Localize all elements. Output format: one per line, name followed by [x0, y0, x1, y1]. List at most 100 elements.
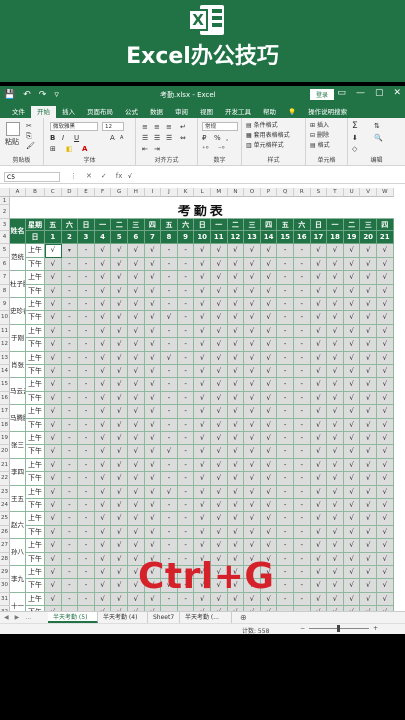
employee-name[interactable]: 十一	[10, 592, 26, 611]
attendance-cell[interactable]: √	[45, 271, 62, 285]
attendance-cell[interactable]: √	[343, 365, 361, 379]
attendance-cell[interactable]: -	[294, 566, 311, 580]
row-header[interactable]: 17	[0, 405, 10, 419]
attendance-cell[interactable]: -	[277, 539, 294, 553]
attendance-cell[interactable]: √	[260, 244, 278, 258]
wrap-text-icon[interactable]: ↵	[180, 123, 186, 131]
attendance-cell[interactable]: √	[94, 418, 112, 432]
attendance-cell[interactable]: -	[277, 458, 294, 473]
attendance-cell[interactable]: √	[310, 257, 328, 272]
attendance-cell[interactable]: -	[277, 525, 294, 540]
day-number-cell[interactable]: 3	[78, 231, 95, 245]
row-header[interactable]: 27	[0, 539, 10, 553]
attendance-cell[interactable]: √	[260, 432, 278, 446]
attendance-cell[interactable]: -	[61, 324, 79, 339]
attendance-cell[interactable]: √	[260, 298, 278, 312]
attendance-cell[interactable]: √	[94, 432, 112, 446]
sheet-tab[interactable]: Sheet7	[148, 612, 180, 623]
weekday-cell[interactable]: 一	[327, 219, 344, 232]
period-label[interactable]: 下午	[26, 445, 45, 459]
attendance-cell[interactable]: -	[277, 552, 294, 566]
attendance-cell[interactable]: -	[294, 458, 311, 473]
attendance-cell[interactable]: √	[310, 445, 328, 459]
attendance-cell[interactable]: -	[61, 298, 79, 312]
attendance-cell[interactable]: -	[61, 311, 79, 325]
attendance-cell[interactable]: √	[310, 311, 328, 325]
align-center-icon[interactable]: ☰	[154, 134, 160, 142]
tab-7[interactable]: 视图	[194, 106, 219, 118]
attendance-cell[interactable]: √	[377, 499, 394, 513]
day-number-cell[interactable]: 6	[128, 231, 145, 245]
attendance-cell[interactable]: √	[45, 298, 62, 312]
attendance-cell[interactable]: -	[161, 378, 178, 392]
row-header[interactable]: 31	[0, 592, 10, 607]
customize-icon[interactable]: ▿	[54, 89, 59, 101]
attendance-cell[interactable]: √	[144, 338, 162, 352]
attendance-cell[interactable]: √	[260, 311, 278, 325]
row-header[interactable]: 29	[0, 566, 10, 580]
attendance-cell[interactable]: -	[277, 338, 294, 352]
attendance-cell[interactable]: -	[78, 298, 95, 312]
attendance-cell[interactable]: √	[161, 485, 178, 499]
attendance-cell[interactable]: √	[111, 525, 128, 540]
row-header[interactable]: 11	[0, 324, 10, 339]
scroll-right-icon[interactable]: ▶	[15, 614, 20, 621]
attendance-cell[interactable]: √	[327, 485, 344, 499]
close-icon[interactable]: ✕	[393, 88, 401, 98]
attendance-cell[interactable]: √	[111, 472, 128, 486]
attendance-cell[interactable]: -	[277, 445, 294, 459]
attendance-cell[interactable]: √	[244, 391, 261, 406]
column-header-T[interactable]: T	[327, 188, 344, 197]
attendance-cell[interactable]: -	[177, 378, 195, 392]
attendance-cell[interactable]: √	[327, 579, 344, 593]
row-header[interactable]: 2	[0, 205, 10, 220]
attendance-cell[interactable]: √	[310, 338, 328, 352]
attendance-cell[interactable]: -	[161, 324, 178, 339]
employee-name[interactable]: 王五	[10, 485, 26, 513]
attendance-cell[interactable]: √	[94, 391, 112, 406]
attendance-cell[interactable]: √	[111, 244, 128, 258]
attendance-cell[interactable]: √	[343, 579, 361, 593]
attendance-cell[interactable]: √	[144, 418, 162, 432]
attendance-cell[interactable]: √	[360, 525, 377, 540]
tab-5[interactable]: 数据	[144, 106, 169, 118]
attendance-cell[interactable]: -	[277, 298, 294, 312]
attendance-cell[interactable]: √	[360, 512, 377, 526]
attendance-cell[interactable]: -	[161, 244, 178, 258]
attendance-cell[interactable]: -	[78, 338, 95, 352]
weekday-cell[interactable]: 四	[260, 219, 278, 232]
attendance-cell[interactable]: √	[211, 378, 228, 392]
attendance-cell[interactable]: -	[177, 418, 195, 432]
day-number-cell[interactable]: 7	[144, 231, 162, 245]
attendance-cell[interactable]: √	[377, 418, 394, 432]
attendance-cell[interactable]: √	[45, 257, 62, 272]
attendance-cell[interactable]: √	[94, 405, 112, 419]
attendance-cell[interactable]: √	[144, 539, 162, 553]
attendance-cell[interactable]: -	[294, 432, 311, 446]
attendance-cell[interactable]: √	[128, 324, 145, 339]
attendance-cell[interactable]: √	[310, 418, 328, 432]
attendance-cell[interactable]: √	[310, 499, 328, 513]
period-label[interactable]: 上午	[26, 244, 45, 258]
attendance-cell[interactable]: √	[227, 445, 245, 459]
attendance-cell[interactable]: √	[360, 324, 377, 339]
period-label[interactable]: 上午	[26, 485, 45, 499]
attendance-cell[interactable]: -	[161, 512, 178, 526]
attendance-cell[interactable]: -	[294, 485, 311, 499]
attendance-cell[interactable]: √	[377, 579, 394, 593]
attendance-cell[interactable]: √	[128, 338, 145, 352]
attendance-cell[interactable]: √	[377, 512, 394, 526]
attendance-cell[interactable]: √	[360, 271, 377, 285]
attendance-cell[interactable]: √	[211, 525, 228, 540]
attendance-cell[interactable]: √	[327, 311, 344, 325]
percent-button[interactable]: %	[214, 134, 221, 142]
worksheet-grid[interactable]: A B C D E F G H I J K L M N O P Q R S T U V W 1 2 3 4 5 6 7 8 9 10 11 12 13…	[0, 188, 405, 611]
find-select-icon[interactable]: 🔍	[374, 134, 383, 142]
attendance-cell[interactable]: √	[377, 351, 394, 365]
attendance-cell[interactable]: -	[78, 539, 95, 553]
employee-name[interactable]: 范统	[10, 244, 26, 272]
attendance-cell[interactable]: √	[343, 284, 361, 298]
attendance-cell[interactable]: -	[61, 284, 79, 298]
attendance-cell[interactable]: -	[277, 324, 294, 339]
attendance-cell[interactable]: √	[111, 324, 128, 339]
